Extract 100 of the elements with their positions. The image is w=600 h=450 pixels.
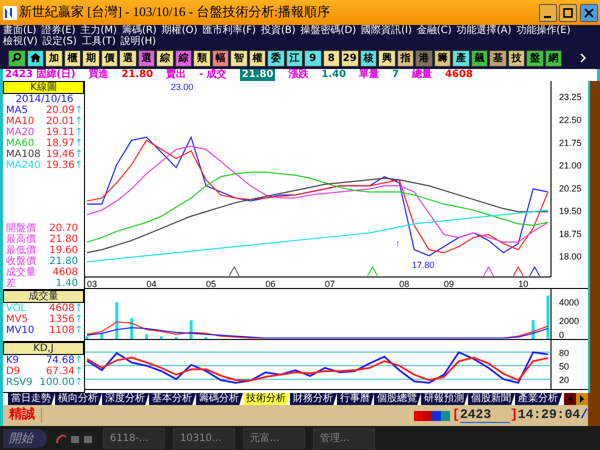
axis-label: 21.00 [559,160,582,171]
minimize-icon [544,16,551,18]
toolbar-button[interactable]: 盤 [526,50,544,66]
scroll-bar[interactable] [588,81,600,393]
home-button[interactable] [26,50,44,66]
tab[interactable]: 基本分析 [149,393,196,405]
toolbar-button[interactable]: 核 [360,50,377,66]
menu-item[interactable]: 工具(T) [82,36,116,47]
menu-item[interactable]: 檢視(V) [3,36,38,47]
tab[interactable]: 橫向分析 [55,393,102,405]
stat-label: 開盤價 [6,223,36,234]
indicator-value: 19.11 [46,127,75,138]
menu-item[interactable]: 期權(O) [162,25,198,36]
indicator-value: 74.68 [46,355,75,366]
toolbar-button[interactable]: 9 [304,50,322,66]
quote-text: 買進 [88,69,108,81]
triangle-left-icon [566,394,574,404]
toolbar-button[interactable]: 類 [193,50,210,66]
start-button[interactable]: 開始 [3,428,47,448]
toolbar-button[interactable]: 幅 [212,50,229,66]
stock-code-field[interactable]: 2423 [460,408,510,424]
tab[interactable]: 財務分析 [290,393,337,405]
toolbar-button[interactable]: 價 [100,50,118,66]
menu-item[interactable]: 說明(H) [120,36,156,47]
close-button[interactable] [580,4,598,22]
menu-item[interactable]: 投資(B) [260,25,296,36]
chart-annotation: 23.00 [170,82,194,92]
toolbar-button[interactable]: 29 [341,50,358,66]
menu-item[interactable]: 金融(C) [416,25,452,36]
tab[interactable]: 研報預測 [421,393,468,405]
axis-label: 18.00 [559,252,582,262]
indicator-label: MA20 [6,127,34,138]
indicator-value: 20.09 [46,105,75,116]
toolbar-button[interactable]: 港 [415,50,432,66]
toolbar-button[interactable]: 指 [396,50,414,66]
menu-item[interactable]: 操盤密碼(D) [300,25,356,36]
stat-value: 1.40 [56,278,79,289]
indicator-label: MA60 [6,138,34,149]
tab[interactable]: 行事曆 [337,393,374,405]
tab[interactable]: 技術分析 [243,393,290,405]
toolbar-button[interactable]: 選 [119,50,136,66]
maximize-button[interactable] [559,4,577,22]
taskbar-item[interactable]: 元富... [243,428,305,449]
axis-label: 08 [399,279,410,289]
toolbar-button[interactable]: 基 [489,50,506,66]
taskbar-item[interactable]: 管理... [313,428,375,449]
toolbar-button[interactable]: 興 [378,50,396,66]
toolbar-button[interactable]: 江 [286,50,303,66]
minimize-button[interactable] [538,4,556,22]
toolbar-button[interactable]: 技 [508,50,525,66]
menu-item[interactable]: 匯市利率(F) [202,25,256,36]
tab[interactable]: 籌碼分析 [196,393,243,405]
stat-label: 收盤價 [6,256,36,267]
menu-item[interactable]: 主力(M) [80,25,117,36]
toolbar-button[interactable]: 綜 [174,50,192,66]
search-button[interactable] [8,50,26,66]
toolbar-button[interactable]: 期 [82,50,100,66]
toolbar-button[interactable]: 綜 [156,50,174,66]
toolbar-button[interactable]: 加 [45,50,62,66]
close-icon [582,6,594,18]
clock-text: 14:29:04 [518,408,580,423]
tab[interactable]: 個股總覽 [374,393,421,405]
scroll-right-button[interactable] [576,393,588,405]
menu-item[interactable]: 國際資訊(I) [361,25,412,36]
taskbar-item[interactable]: 10310... [173,428,235,449]
home-icon [30,52,41,64]
menu-item[interactable]: 功能操作(E) [516,25,570,36]
axis-label: 19.50 [559,206,582,216]
tab[interactable]: 產業分析 [515,393,562,405]
toolbar-button[interactable]: 委 [267,50,284,66]
toolbar-button[interactable]: 選 [138,50,155,66]
menu-item[interactable]: 籌碼(R) [122,25,157,36]
axis-label: 22.50 [559,114,582,125]
toolbar-button[interactable]: 網 [544,50,562,66]
toolbar-button[interactable]: 8 [322,50,340,66]
trend-arrow: ↑ [74,325,83,336]
toolbar-button[interactable]: 籌 [434,50,451,66]
tab[interactable]: 深度分析 [102,393,149,405]
menu-item[interactable]: 設定(S) [42,36,77,47]
menu-item[interactable]: 證券(E) [41,25,76,36]
tab[interactable]: 個股新聞 [468,393,515,405]
search-icon [11,52,22,64]
toolbar-button[interactable]: 產 [452,50,470,66]
menu-item[interactable]: 畫面(L) [3,25,36,36]
quote-text: - 成交 [199,69,227,81]
toolbar-button[interactable]: 飆 [470,50,488,66]
tab[interactable]: 當日走勢 [8,393,55,405]
axis-label: 2000 [559,316,580,326]
indicator-label: K9 [6,355,19,366]
menu-item[interactable]: 功能選擇(A) [456,25,512,36]
toolbar-button[interactable]: 櫃 [64,50,81,66]
indicator-value: 67.34 [46,366,75,377]
toolbar-button[interactable]: 權 [248,50,266,66]
axis-label: 23.25 [559,92,582,102]
stat-label: 差 [6,278,16,289]
taskbar-item[interactable]: 6118-... [103,428,165,449]
indicator-value: 100.00 [40,377,75,388]
triangle-right-icon [578,394,586,404]
toolbar-button[interactable]: 智 [230,50,248,66]
trend-arrow: ↑ [74,116,83,127]
